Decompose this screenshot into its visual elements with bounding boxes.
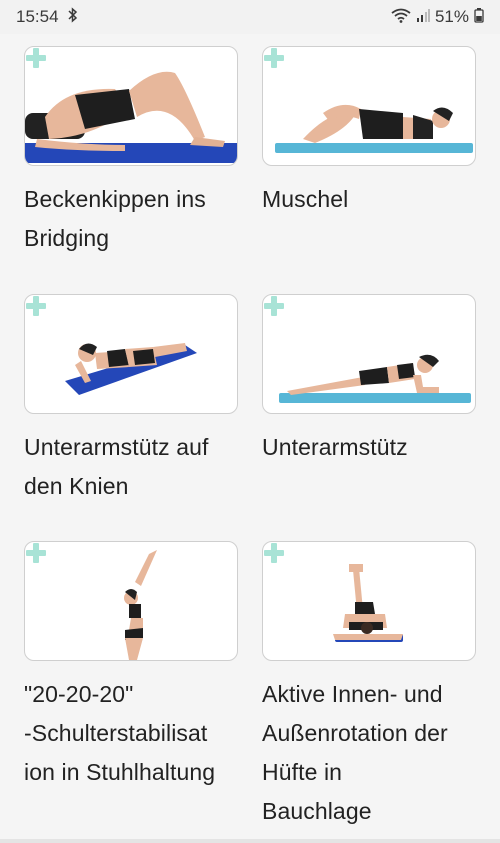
exercise-card-20-20-20[interactable]: "20-20-20" -Schulterstabilisat ion in St… [24, 541, 238, 792]
status-bar: 15:54 51% [0, 0, 500, 34]
exercise-thumbnail[interactable] [24, 46, 238, 166]
title-line: Bridging [24, 225, 110, 251]
title-line: -Schulterstabilisat [24, 720, 208, 746]
knee-plank-figure-illustration [65, 343, 197, 395]
title-line: "20-20-20" [24, 681, 134, 707]
wifi-icon [391, 7, 411, 28]
exercise-title[interactable]: Aktive Innen- und Außenrotation der Hüft… [262, 675, 476, 831]
bridging-figure-illustration [25, 71, 237, 163]
title-line: Unterarmstütz auf [24, 434, 209, 460]
exercise-title[interactable]: Unterarmstütz [262, 428, 476, 467]
exercise-title[interactable]: Beckenkippen ins Bridging [24, 180, 238, 258]
add-plus-icon[interactable] [263, 295, 285, 317]
chair-squat-figure-illustration [124, 550, 157, 660]
exercise-grid: Beckenkippen ins Bridging Muschel Untera… [0, 34, 500, 843]
exercise-title[interactable]: "20-20-20" -Schulterstabilisat ion in St… [24, 675, 238, 792]
status-left: 15:54 [16, 6, 79, 28]
status-right: 51% [391, 7, 484, 28]
exercise-card-beckenkippen[interactable]: Beckenkippen ins Bridging [24, 46, 238, 258]
signal-icon [416, 7, 430, 28]
title-line: Außenrotation der [262, 720, 448, 746]
battery-percent: 51% [434, 7, 469, 26]
title-line: Hüfte in [262, 759, 343, 785]
title-line: Bauchlage [262, 798, 372, 824]
exercise-card-unterarmstuetz[interactable]: Unterarmstütz [262, 294, 476, 467]
add-plus-icon[interactable] [25, 542, 47, 564]
exercise-card-muschel[interactable]: Muschel [262, 46, 476, 219]
add-plus-icon[interactable] [25, 47, 47, 69]
exercise-title[interactable]: Unterarmstütz auf den Knien [24, 428, 238, 506]
title-line: Aktive Innen- und [262, 681, 443, 707]
exercise-title[interactable]: Muschel [262, 180, 476, 219]
title-line: Beckenkippen ins [24, 186, 206, 212]
status-time: 15:54 [16, 7, 59, 26]
title-line: Unterarmstütz [262, 434, 408, 460]
exercise-thumbnail[interactable] [262, 541, 476, 661]
exercise-thumbnail[interactable] [24, 294, 238, 414]
exercise-thumbnail[interactable] [262, 294, 476, 414]
hip-rotation-figure-illustration [333, 564, 403, 642]
title-line: den Knien [24, 473, 129, 499]
exercise-card-unterarmstuetz-knien[interactable]: Unterarmstütz auf den Knien [24, 294, 238, 506]
add-plus-icon[interactable] [25, 295, 47, 317]
clamshell-figure-illustration [275, 104, 473, 153]
exercise-thumbnail[interactable] [24, 541, 238, 661]
forearm-plank-figure-illustration [279, 354, 471, 403]
add-plus-icon[interactable] [263, 47, 285, 69]
battery-icon [474, 7, 484, 28]
exercise-card-hueftrotation[interactable]: Aktive Innen- und Außenrotation der Hüft… [262, 541, 476, 831]
exercise-thumbnail[interactable] [262, 46, 476, 166]
bottom-divider [0, 839, 500, 843]
title-line: ion in Stuhlhaltung [24, 759, 216, 785]
add-plus-icon[interactable] [263, 542, 285, 564]
title-line: Muschel [262, 186, 349, 212]
bluetooth-icon [67, 6, 79, 28]
